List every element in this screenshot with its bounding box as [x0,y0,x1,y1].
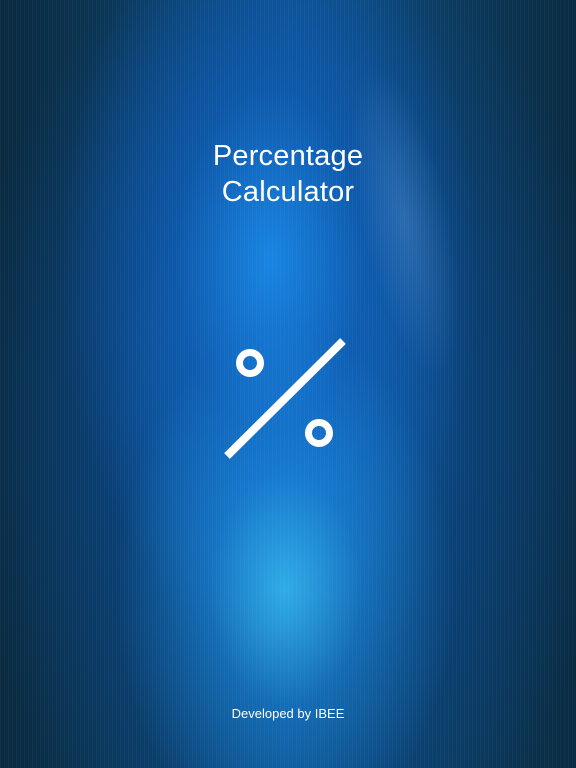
app-title-line-1: Percentage [212,140,364,172]
developer-credit: Developed by IBEE [231,706,345,721]
percent-icon [224,338,346,459]
splash-screen: Percentage Calculator Developed by IBEE [0,0,576,768]
app-title: Percentage Calculator [0,138,576,210]
app-title-line-2: Calculator [221,176,355,208]
